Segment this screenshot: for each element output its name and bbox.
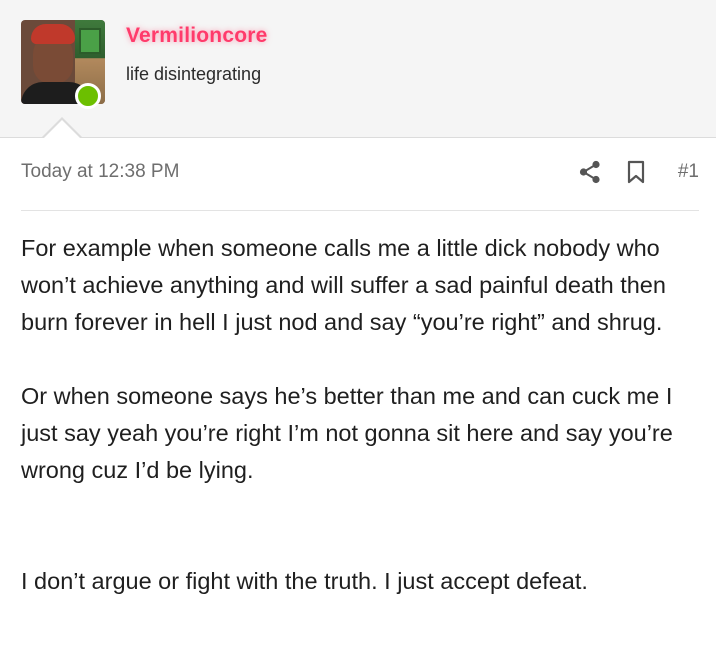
user-title: life disintegrating — [126, 64, 262, 84]
post-number-link[interactable]: #1 — [678, 161, 699, 183]
online-status-indicator — [75, 83, 101, 109]
post-author-header: Vermilioncore life disintegrating — [0, 0, 716, 138]
avatar-hair — [31, 24, 75, 44]
post-paragraph: For example when someone calls me a litt… — [21, 235, 666, 335]
post-meta-row: Today at 12:38 PM #1 — [21, 150, 699, 194]
avatar-background-frame — [79, 28, 101, 54]
post-timestamp-link[interactable]: Today at 12:38 PM — [21, 161, 179, 183]
bookmark-icon[interactable] — [627, 160, 645, 184]
post-paragraph: Or when someone says he’s better than me… — [21, 383, 673, 483]
post-body: For example when someone calls me a litt… — [21, 230, 699, 600]
username-link[interactable]: Vermilioncore — [126, 24, 268, 48]
post-paragraph: I don’t argue or fight with the truth. I… — [21, 568, 588, 594]
meta-divider — [21, 210, 699, 211]
header-pointer — [43, 120, 81, 139]
share-icon[interactable] — [579, 160, 601, 184]
